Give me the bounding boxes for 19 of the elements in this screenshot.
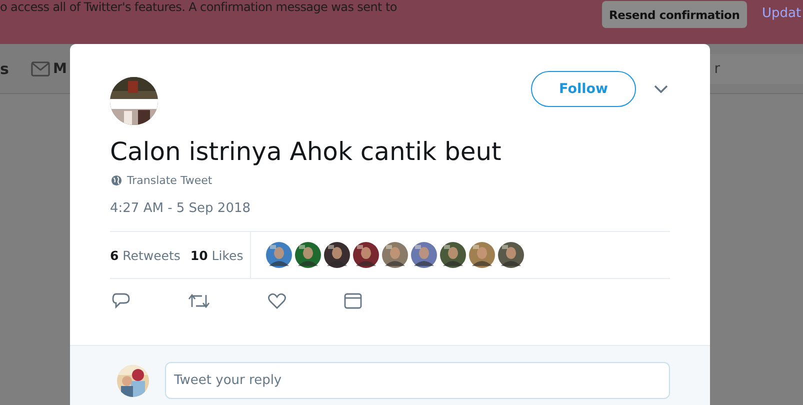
envelope-icon[interactable] — [30, 60, 50, 76]
nav-item[interactable]: s — [0, 60, 9, 78]
engagement-stat[interactable]: 6 Retweets — [110, 248, 180, 262]
reply-icon[interactable] — [112, 293, 130, 309]
tweet-text: Calon istrinya Ahok cantik beut — [109, 136, 502, 168]
update-link[interactable]: Updat — [762, 6, 802, 21]
globe-icon — [111, 175, 122, 186]
heart-icon[interactable] — [268, 293, 286, 309]
chevron-down-icon[interactable] — [654, 84, 668, 92]
banner-message: o access all of Twitter's features. A confirmation message was sent to — [0, 0, 397, 14]
translate-tweet-link[interactable]: Translate Tweet — [127, 174, 212, 187]
reply-input[interactable]: Tweet your reply — [165, 362, 670, 399]
engagement-stat[interactable]: 10 Likes — [190, 248, 244, 262]
retweet-icon[interactable] — [188, 293, 210, 309]
tweet-timestamp: 4:27 AM - 5 Sep 2018 — [109, 200, 252, 218]
resend-confirmation-button[interactable]: Resend confirmation — [602, 1, 747, 28]
messages-nav-item[interactable]: M — [52, 60, 67, 76]
search-field[interactable]: r — [710, 54, 803, 84]
follow-button[interactable]: Follow — [531, 70, 636, 106]
